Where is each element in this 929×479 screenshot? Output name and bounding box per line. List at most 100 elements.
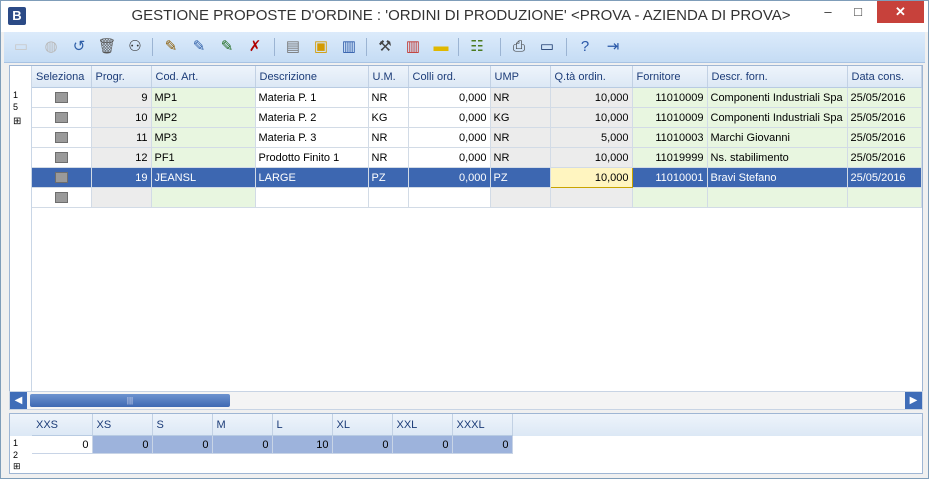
size-quantity-cell[interactable]: 0 bbox=[452, 435, 513, 454]
cell-colli[interactable]: 0,000 bbox=[408, 127, 491, 148]
cell-colli[interactable]: 0,000 bbox=[408, 167, 491, 188]
red-book-icon[interactable]: ▥ bbox=[402, 36, 424, 58]
cell-forn[interactable]: 11010009 bbox=[632, 87, 708, 108]
monitor-icon[interactable]: ▭ bbox=[536, 36, 558, 58]
cell-um[interactable]: NR bbox=[368, 147, 409, 168]
cell-um[interactable]: KG bbox=[368, 107, 409, 128]
cell-um[interactable]: NR bbox=[368, 127, 409, 148]
size-quantity-cell[interactable]: 0 bbox=[392, 435, 453, 454]
page-icon[interactable]: ▤ bbox=[282, 36, 304, 58]
cell-cod[interactable]: MP2 bbox=[151, 107, 256, 128]
cell-forn[interactable]: 11019999 bbox=[632, 147, 708, 168]
empty-cell[interactable] bbox=[550, 187, 633, 208]
column-header[interactable]: Descr. forn. bbox=[707, 66, 848, 88]
undo-icon[interactable]: ↺ bbox=[68, 36, 90, 58]
find-icon[interactable]: ⚇ bbox=[124, 36, 146, 58]
empty-cell[interactable] bbox=[707, 187, 848, 208]
cell-data[interactable]: 25/05/2016 bbox=[847, 147, 922, 168]
column-header[interactable]: UMP bbox=[490, 66, 551, 88]
cell-progr[interactable]: 19 bbox=[91, 167, 152, 188]
select-checkbox[interactable] bbox=[54, 192, 68, 204]
column-header[interactable]: Data cons. bbox=[847, 66, 922, 88]
minimize-button[interactable]: – bbox=[814, 1, 842, 23]
cell-forn[interactable]: 11010009 bbox=[632, 107, 708, 128]
cell-ump[interactable]: KG bbox=[490, 107, 551, 128]
cell-cod[interactable]: JEANSL bbox=[151, 167, 256, 188]
cell-colli[interactable]: 0,000 bbox=[408, 147, 491, 168]
exit-icon[interactable]: ⇥ bbox=[602, 36, 624, 58]
table-row[interactable]: 9 MP1 Materia P. 1 NR 0,000 NR 10,000 11010009 C… bbox=[32, 87, 922, 108]
table-row[interactable]: 11 MP3 Materia P. 3 NR 0,000 NR 5,000 11010003 M… bbox=[32, 127, 922, 148]
cell-desc[interactable]: LARGE bbox=[255, 167, 369, 188]
column-header[interactable]: Colli ord. bbox=[408, 66, 491, 88]
scroll-left-icon[interactable]: ◀ bbox=[10, 392, 27, 409]
empty-cell[interactable] bbox=[847, 187, 922, 208]
delete-icon[interactable]: 🗑 bbox=[96, 36, 118, 58]
cell-qta[interactable]: 5,000 bbox=[550, 127, 633, 148]
maximize-button[interactable]: □ bbox=[844, 1, 872, 23]
size-quantity-cell[interactable]: 0 bbox=[152, 435, 213, 454]
cell-descr-forn[interactable]: Ns. stabilimento bbox=[707, 147, 848, 168]
size-quantity-cell[interactable]: 0 bbox=[32, 435, 93, 454]
ruler-icon[interactable]: ▬ bbox=[430, 36, 452, 58]
empty-cell[interactable] bbox=[91, 187, 152, 208]
cell-data[interactable]: 25/05/2016 bbox=[847, 107, 922, 128]
cell-ump[interactable]: NR bbox=[490, 87, 551, 108]
empty-cell[interactable] bbox=[490, 187, 551, 208]
delete-row-icon[interactable]: ✗ bbox=[244, 36, 266, 58]
cell-progr[interactable]: 10 bbox=[91, 107, 152, 128]
cell-progr[interactable]: 12 bbox=[91, 147, 152, 168]
cell-qta[interactable]: 10,000 bbox=[550, 107, 633, 128]
cell-descr-forn[interactable]: Marchi Giovanni bbox=[707, 127, 848, 148]
select-checkbox[interactable] bbox=[54, 132, 68, 144]
grid-options-icon[interactable]: ⊞ bbox=[13, 461, 21, 472]
select-checkbox[interactable] bbox=[54, 112, 68, 124]
horizontal-scrollbar[interactable]: ◀ ||| ▶ bbox=[9, 391, 923, 410]
cell-cod[interactable]: MP1 bbox=[151, 87, 256, 108]
cell-desc[interactable]: Materia P. 1 bbox=[255, 87, 369, 108]
cell-ump[interactable]: NR bbox=[490, 127, 551, 148]
table-row[interactable]: 19 JEANSL LARGE PZ 0,000 PZ 10,000 11010001 Brav… bbox=[32, 167, 922, 188]
select-checkbox[interactable] bbox=[54, 152, 68, 164]
print-icon[interactable]: ⎙ bbox=[508, 36, 530, 58]
restore-row-icon[interactable]: ✎ bbox=[216, 36, 238, 58]
cell-qta[interactable]: 10,000 bbox=[549, 167, 633, 188]
cell-cod[interactable]: PF1 bbox=[151, 147, 256, 168]
column-header[interactable]: U.M. bbox=[368, 66, 409, 88]
grid-options-icon[interactable]: ⊞ bbox=[13, 116, 21, 127]
new-document-icon[interactable]: ▭ bbox=[10, 36, 32, 58]
cell-ump[interactable]: PZ bbox=[490, 167, 551, 188]
tools-icon[interactable]: ⚒ bbox=[374, 36, 396, 58]
column-header[interactable]: Cod. Art. bbox=[151, 66, 256, 88]
cell-desc[interactable]: Prodotto Finito 1 bbox=[255, 147, 369, 168]
column-header[interactable]: Seleziona bbox=[32, 66, 92, 88]
cell-ump[interactable]: NR bbox=[490, 147, 551, 168]
documents-icon[interactable]: ▣ bbox=[310, 36, 332, 58]
cell-forn[interactable]: 11010001 bbox=[632, 167, 708, 188]
empty-cell[interactable] bbox=[632, 187, 708, 208]
scroll-right-icon[interactable]: ▶ bbox=[905, 392, 922, 409]
size-quantity-cell[interactable]: 0 bbox=[212, 435, 273, 454]
layout-dropdown-icon[interactable]: ☷ bbox=[466, 36, 488, 58]
cell-colli[interactable]: 0,000 bbox=[408, 87, 491, 108]
select-checkbox[interactable] bbox=[54, 92, 68, 104]
cell-um[interactable]: NR bbox=[368, 87, 409, 108]
cell-colli[interactable]: 0,000 bbox=[408, 107, 491, 128]
table-row[interactable]: 10 MP2 Materia P. 2 KG 0,000 KG 10,000 11010009… bbox=[32, 107, 922, 128]
empty-cell[interactable] bbox=[151, 187, 256, 208]
cell-forn[interactable]: 11010003 bbox=[632, 127, 708, 148]
cell-descr-forn[interactable]: Bravi Stefano bbox=[707, 167, 848, 188]
cell-um[interactable]: PZ bbox=[368, 167, 409, 188]
empty-cell[interactable] bbox=[255, 187, 369, 208]
cell-qta[interactable]: 10,000 bbox=[550, 87, 633, 108]
cell-data[interactable]: 25/05/2016 bbox=[847, 127, 922, 148]
cell-qta[interactable]: 10,000 bbox=[550, 147, 633, 168]
save-icon[interactable]: ◍ bbox=[40, 36, 62, 58]
column-header[interactable]: Fornitore bbox=[632, 66, 708, 88]
close-button[interactable]: ✕ bbox=[877, 1, 924, 23]
column-header[interactable]: Q.tà ordin. bbox=[550, 66, 633, 88]
cell-cod[interactable]: MP3 bbox=[151, 127, 256, 148]
cell-descr-forn[interactable]: Componenti Industriali Spa bbox=[707, 87, 848, 108]
scroll-thumb[interactable]: ||| bbox=[30, 394, 230, 407]
cell-data[interactable]: 25/05/2016 bbox=[847, 87, 922, 108]
